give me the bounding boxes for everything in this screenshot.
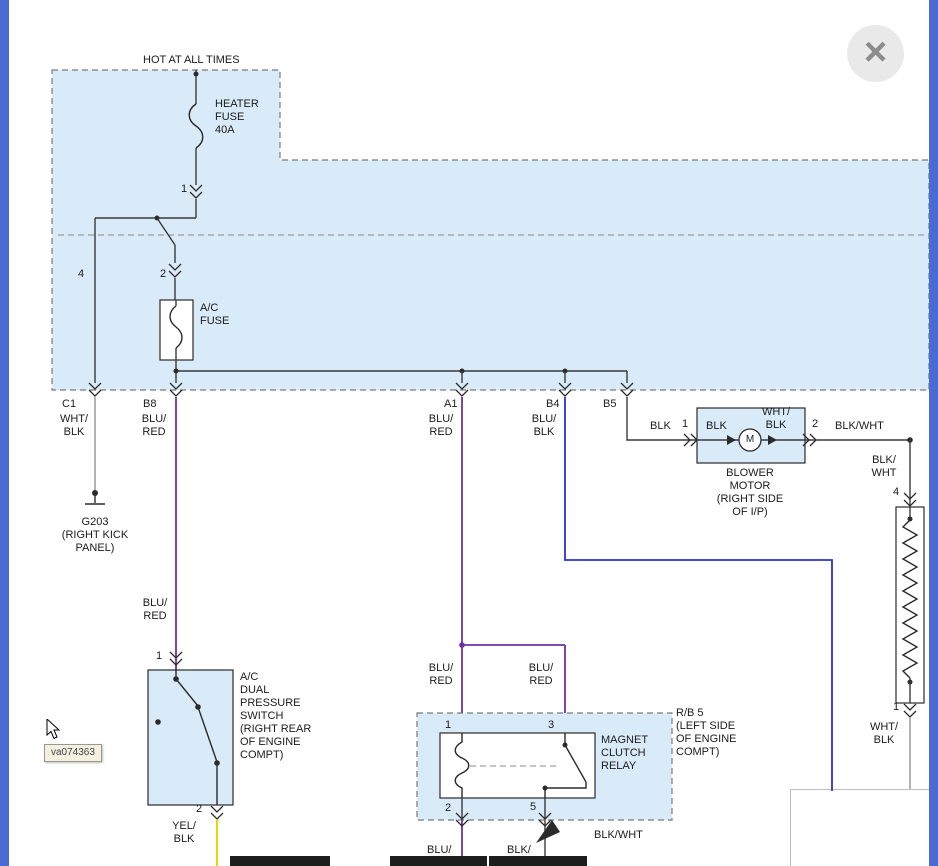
- relay-loc-label: R/B 5 (LEFT SIDE OF ENGINE COMPT): [676, 707, 737, 759]
- motor-out-label: WHT/ BLK: [762, 406, 790, 432]
- wire-b8-label: BLU/ RED: [142, 413, 166, 439]
- pin-b5: B5: [603, 398, 616, 411]
- pin-relay5: 5: [530, 801, 536, 814]
- motor-in-label: BLK: [706, 420, 727, 433]
- blower-resistor-box: [896, 507, 924, 703]
- close-button[interactable]: ×: [847, 25, 904, 82]
- pin-ps2: 2: [196, 803, 202, 816]
- wire-blower-out-label: BLK/WHT: [835, 420, 884, 433]
- wire-relay3-label: BLU/ RED: [529, 662, 553, 688]
- pin-ps1: 1: [156, 650, 162, 663]
- ac-fuse-label: A/C FUSE: [200, 302, 229, 328]
- pin-blower1: 1: [682, 418, 688, 431]
- wire-c1-label: WHT/ BLK: [60, 413, 88, 439]
- pressure-switch-box: [148, 670, 233, 805]
- pressure-switch-circuit: [148, 397, 233, 866]
- relay-label: MAGNET CLUTCH RELAY: [601, 734, 648, 773]
- window-frame-right: [929, 0, 938, 866]
- wire-b4-label: BLU/ BLK: [532, 413, 556, 439]
- motor-symbol-label: M: [746, 434, 754, 445]
- window-frame-left: [0, 0, 9, 866]
- wire-relay5-out-label: BLK/WHT: [594, 829, 643, 842]
- wire-res-out-label: WHT/ BLK: [870, 721, 898, 747]
- pin-blower2: 2: [812, 418, 818, 431]
- blower-motor-label: BLOWER MOTOR (RIGHT SIDE OF I/P): [717, 467, 783, 519]
- bottom-bar-item[interactable]: [390, 856, 487, 866]
- power-label: HOT AT ALL TIMES: [143, 54, 240, 67]
- pressure-switch-label: A/C DUAL PRESSURE SWITCH (RIGHT REAR OF …: [240, 671, 311, 762]
- wire-relay1-label: BLU/ RED: [429, 662, 453, 688]
- wire-ps-out-label: YEL/ BLK: [172, 820, 196, 846]
- wire-b8-mid-label: BLU/ RED: [143, 597, 167, 623]
- wire-res-in-label: BLK/ WHT: [871, 454, 896, 480]
- pin-b4: B4: [546, 398, 559, 411]
- wire-a1-label: BLU/ RED: [429, 413, 453, 439]
- wire-b5-blk-label: BLK: [650, 420, 671, 433]
- pin-jb2: 2: [160, 268, 166, 281]
- bottom-bar-item[interactable]: [489, 856, 587, 866]
- pin-a1: A1: [444, 398, 457, 411]
- wiring-diagram: [0, 0, 938, 866]
- wiring-diagram-viewer: HOT AT ALL TIMES HEATER FUSE 40A 1 4 2 A…: [0, 0, 938, 866]
- heater-fuse-label: HEATER FUSE 40A: [215, 98, 259, 137]
- pin-b8: B8: [143, 398, 156, 411]
- pin-res1: 1: [893, 701, 899, 714]
- bottom-bar-item[interactable]: [230, 856, 330, 866]
- pin-relay1: 1: [445, 719, 451, 732]
- blower-resistor-circuit: [896, 440, 924, 789]
- mouse-cursor-icon: [46, 719, 66, 741]
- relay-feed-circuit: [456, 397, 571, 733]
- pin-relay2: 2: [445, 802, 451, 815]
- pin-fuse-out: 1: [181, 183, 187, 196]
- pin-jb4: 4: [78, 268, 84, 281]
- ground-label: G203 (RIGHT KICK PANEL): [62, 516, 128, 555]
- pin-relay3: 3: [548, 719, 554, 732]
- pin-c1: C1: [62, 398, 76, 411]
- tooltip: va074363: [44, 744, 102, 762]
- pin-res4: 4: [893, 486, 899, 499]
